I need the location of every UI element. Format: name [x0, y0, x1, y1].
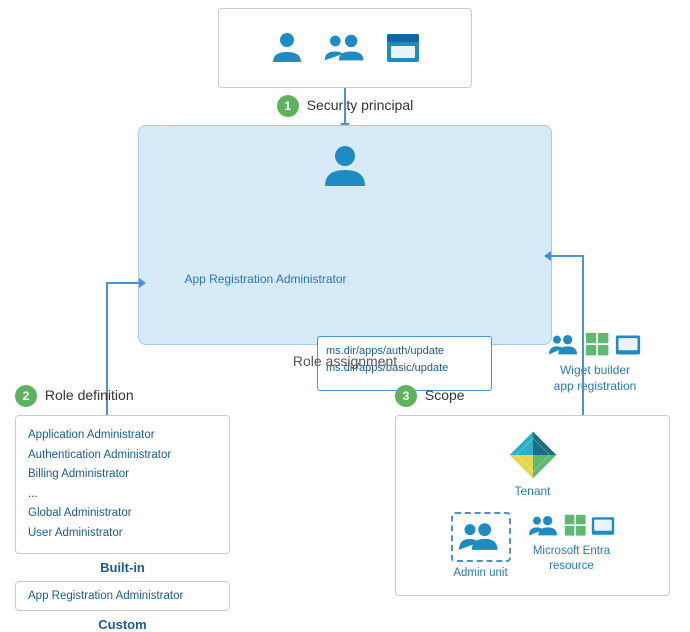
admin-unit-label: Admin unit: [453, 566, 507, 581]
role-dots: ...: [28, 485, 217, 505]
scope-inner-box: Tenant Admin unit: [395, 415, 670, 596]
role-app-reg-admin: App Registration Administrator: [28, 590, 217, 602]
security-principal-box: [218, 8, 472, 88]
ms-entra-label: Microsoft Entraresource: [533, 544, 610, 574]
entra-group-icon: [529, 512, 561, 540]
widget-line1: Wiget builder: [560, 363, 630, 377]
app-reg-admin-label: App Registration Administrator: [178, 272, 353, 286]
builtin-roles-box: Application Administrator Authentication…: [15, 415, 230, 554]
app-icon: [385, 30, 421, 66]
role-def-text: Role definition: [45, 387, 134, 403]
role-global-admin: Global Administrator: [28, 504, 217, 524]
admin-unit-box: [451, 512, 511, 562]
scope-section: 3 Scope: [395, 385, 670, 596]
diagram-container: 1 Security principal ms.dir/apps/auth/up…: [0, 0, 690, 619]
admin-unit-item: Admin unit: [451, 512, 511, 581]
group-icon: [323, 30, 367, 66]
role-assignment-label: Role assignment: [138, 353, 552, 369]
badge-1: 1: [277, 95, 299, 117]
security-principal-text: Security principal: [307, 97, 414, 113]
scope-label: 3 Scope: [395, 385, 670, 407]
scope-text: Scope: [425, 387, 465, 403]
builtin-label: Built-in: [15, 560, 230, 575]
role-app-admin: Application Administrator: [28, 426, 217, 446]
role-auth-admin: Authentication Administrator: [28, 446, 217, 466]
widget-grid-icon: [585, 332, 611, 358]
entra-tablet-icon: [591, 514, 615, 538]
widget-group-icon: [549, 331, 581, 359]
role-definition-section: 2 Role definition Application Administra…: [15, 385, 230, 632]
left-horizontal-line: [106, 282, 140, 284]
entra-grid-icon: [564, 514, 588, 538]
user-icon: [269, 30, 305, 66]
role-assignment-box: ms.dir/apps/auth/update ms.dir/apps/basi…: [138, 125, 552, 345]
arrow-down-connector: [344, 88, 346, 124]
custom-label: Custom: [15, 617, 230, 632]
badge-2: 2: [15, 385, 37, 407]
widget-tablet-icon: [615, 332, 641, 358]
role-person-icon: [321, 142, 369, 190]
role-user-admin: User Administrator: [28, 524, 217, 544]
tenant-row: Tenant: [412, 430, 653, 498]
right-horizontal-line: [550, 255, 584, 257]
admin-unit-icon: [459, 520, 503, 554]
custom-roles-box: App Registration Administrator: [15, 581, 230, 611]
scope-icons-row: Admin unit: [412, 512, 653, 581]
ms-entra-item: Microsoft Entraresource: [529, 512, 615, 574]
tenant-diamond-icon: [508, 430, 558, 480]
badge-3: 3: [395, 385, 417, 407]
role-definition-label: 2 Role definition: [15, 385, 230, 407]
role-billing-admin: Billing Administrator: [28, 465, 217, 485]
tenant-label: Tenant: [514, 484, 550, 498]
